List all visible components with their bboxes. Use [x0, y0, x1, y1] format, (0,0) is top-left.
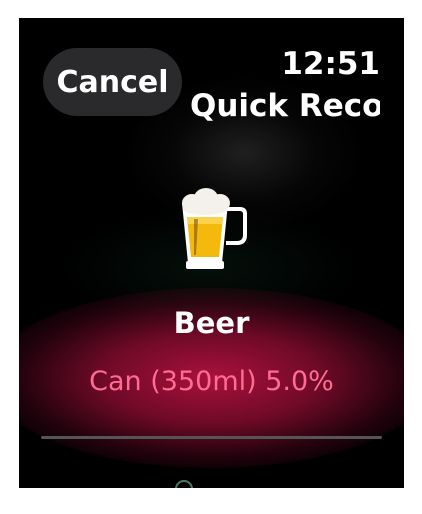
watch-screen: Cancel 12:51 Quick Record Beer Can (350m… [19, 18, 404, 488]
divider [41, 436, 382, 439]
next-item-indicator [175, 480, 193, 488]
cancel-button[interactable]: Cancel [43, 48, 182, 116]
drink-name[interactable]: Beer [19, 306, 404, 340]
clock-time: 12:51 [281, 46, 380, 82]
page-title: Quick Record [190, 88, 380, 124]
beer-mug-icon[interactable] [174, 173, 249, 273]
drink-detail[interactable]: Can (350ml) 5.0% [19, 366, 404, 397]
